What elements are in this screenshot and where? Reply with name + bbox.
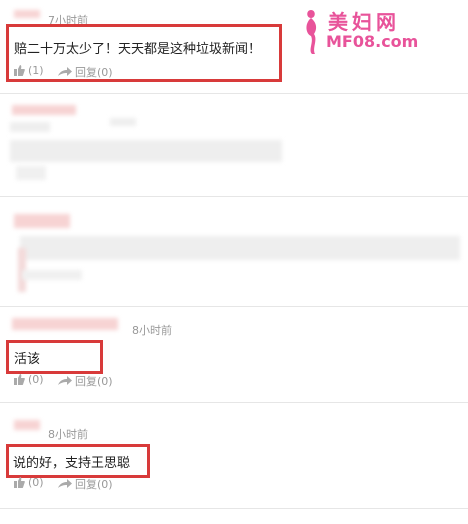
divider	[0, 508, 468, 509]
divider	[0, 306, 468, 307]
watermark-logo: 美妇网 MF08.com	[300, 6, 460, 56]
thumbs-up-icon	[14, 65, 25, 76]
reply-arrow-icon	[58, 376, 72, 385]
comment-text: 说的好，支持王思聪	[13, 456, 131, 471]
like-button[interactable]: (0)	[14, 476, 44, 489]
figure-logo-icon	[306, 10, 317, 54]
comment-text: 活该	[14, 352, 41, 367]
reply-button[interactable]: 回复(0)	[58, 476, 113, 492]
comment-time: 8小时前	[132, 324, 172, 337]
reply-label: 回复(0)	[75, 478, 113, 491]
reply-button[interactable]: 回复(0)	[58, 373, 113, 389]
like-count: (1)	[28, 64, 44, 77]
avatar-username-blurred	[14, 10, 40, 18]
reply-label: 回复(0)	[75, 66, 113, 79]
like-button[interactable]: (0)	[14, 373, 44, 386]
watermark-site-domain: MF08.com	[326, 32, 419, 51]
divider	[0, 93, 468, 94]
watermark-site-name: 美妇网	[328, 10, 400, 34]
like-count: (0)	[28, 373, 44, 386]
reply-arrow-icon	[58, 479, 72, 488]
comment-time: 8小时前	[48, 428, 88, 441]
thumbs-up-icon	[14, 374, 25, 385]
thumbs-up-icon	[14, 477, 25, 488]
reply-button[interactable]: 回复(0)	[58, 64, 113, 80]
like-button[interactable]: (1)	[14, 64, 44, 77]
divider	[0, 402, 468, 403]
divider	[0, 196, 468, 197]
reply-label: 回复(0)	[75, 375, 113, 388]
comment-text: 赔二十万太少了！天天都是这种垃圾新闻！	[14, 42, 262, 57]
avatar-username-blurred	[12, 318, 118, 330]
like-count: (0)	[28, 476, 44, 489]
avatar-username-blurred	[14, 420, 40, 430]
reply-arrow-icon	[58, 67, 72, 76]
